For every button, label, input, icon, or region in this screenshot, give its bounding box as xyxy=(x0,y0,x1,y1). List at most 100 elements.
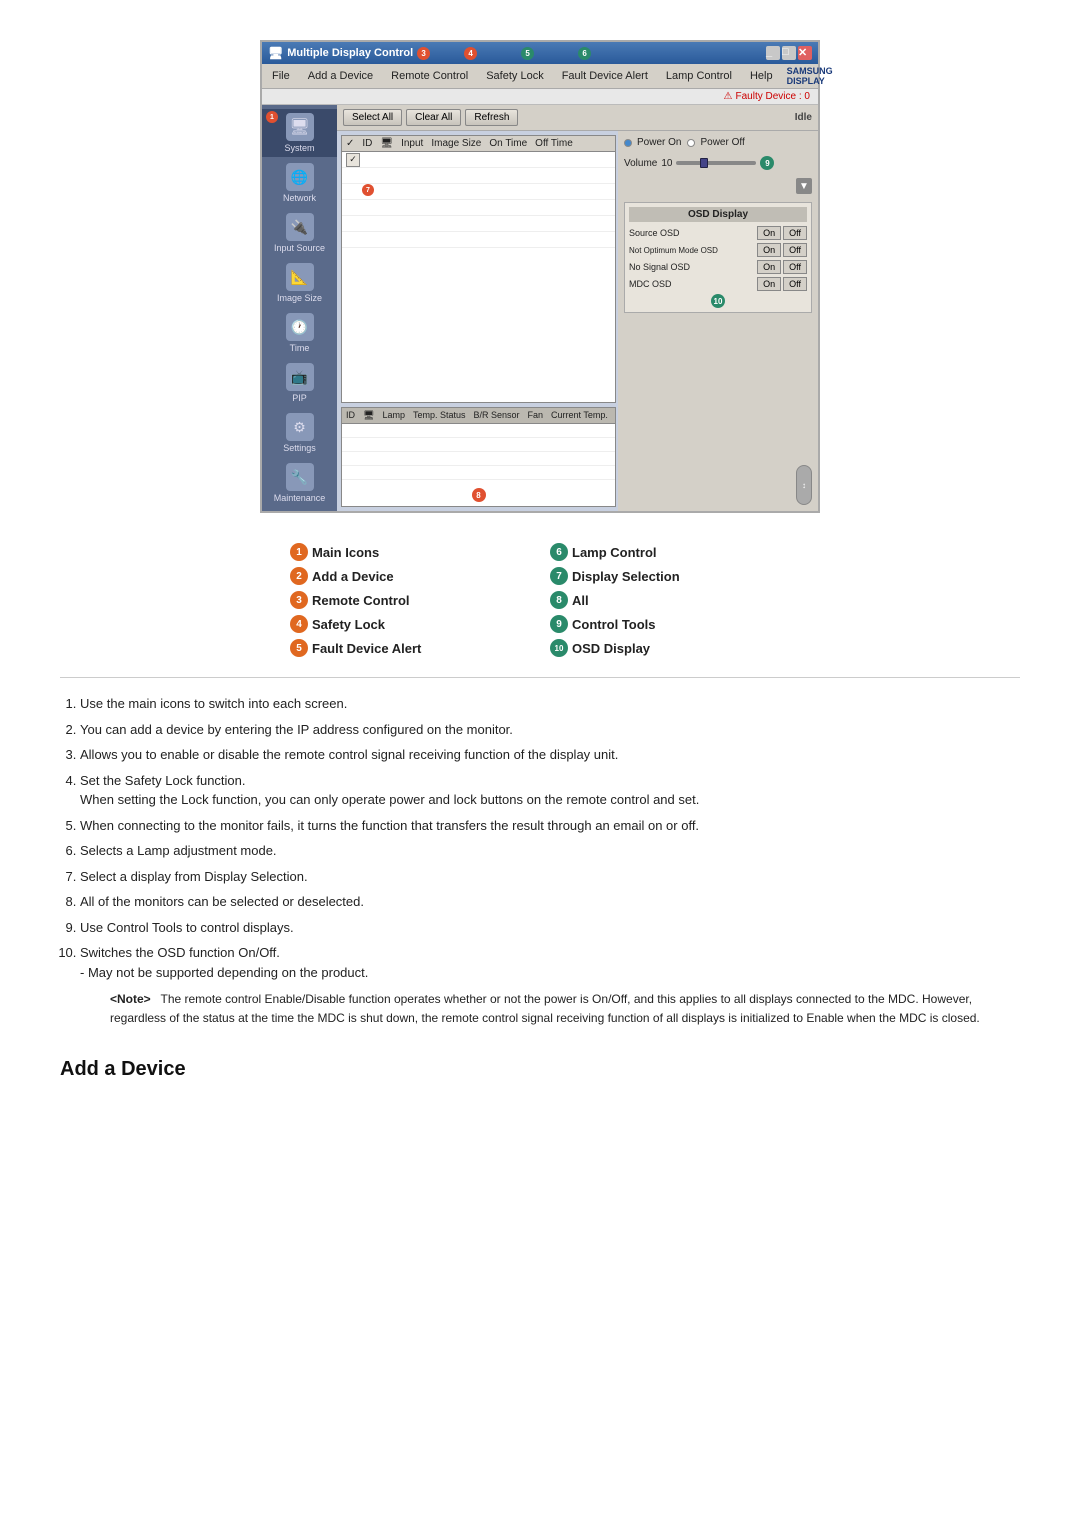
title-bar-controls[interactable]: _ □ ✕ xyxy=(766,46,812,60)
list-item-7: Select a display from Display Selection. xyxy=(80,867,1020,887)
table-row xyxy=(342,232,615,248)
bottom-table-row xyxy=(342,452,615,466)
sidebar-item-time[interactable]: 🕐 Time xyxy=(262,309,337,357)
list-item-2: You can add a device by entering the IP … xyxy=(80,720,1020,740)
power-on-radio[interactable] xyxy=(624,139,632,147)
menu-add-device[interactable]: Add a Device xyxy=(304,69,377,83)
sidebar-label-time: Time xyxy=(290,343,310,353)
volume-track[interactable] xyxy=(676,161,756,165)
legend-label-4: Safety Lock xyxy=(312,617,385,632)
scroll-area: ▼ xyxy=(624,178,812,194)
menu-remote-control[interactable]: Remote Control xyxy=(387,69,472,83)
osd-not-optimum-off[interactable]: Off xyxy=(783,243,807,257)
legend-column-left: 1 Main Icons 2 Add a Device 3 Remote Con… xyxy=(290,543,530,657)
osd-no-signal-on[interactable]: On xyxy=(757,260,781,274)
osd-not-optimum-label: Not Optimum Mode OSD xyxy=(629,246,718,255)
list-item-8: All of the monitors can be selected or d… xyxy=(80,892,1020,912)
sidebar-label-settings: Settings xyxy=(283,443,316,453)
osd-section: OSD Display Source OSD On Off Not Optimu… xyxy=(624,202,812,313)
osd-mdc-on[interactable]: On xyxy=(757,277,781,291)
legend-badge-2: 2 xyxy=(290,567,308,585)
col-on-time: On Time xyxy=(489,138,527,149)
sidebar-item-system[interactable]: 🖥 1 System xyxy=(262,109,337,157)
volume-thumb[interactable] xyxy=(700,158,708,168)
volume-value: 10 xyxy=(661,158,672,169)
menu-help[interactable]: Help xyxy=(746,69,777,83)
list-item-6: Selects a Lamp adjustment mode. xyxy=(80,841,1020,861)
legend-column-right: 6 Lamp Control 7 Display Selection 8 All… xyxy=(550,543,790,657)
osd-no-signal-off[interactable]: Off xyxy=(783,260,807,274)
osd-mdc-off[interactable]: Off xyxy=(783,277,807,291)
menu-lamp-control[interactable]: Lamp Control xyxy=(662,69,736,83)
close-button[interactable]: ✕ xyxy=(798,46,812,60)
osd-mdc-label: MDC OSD xyxy=(629,279,672,289)
sidebar-label-image-size: Image Size xyxy=(277,293,322,303)
osd-no-signal-label: No Signal OSD xyxy=(629,262,690,272)
title-bar: 🖥 Multiple Display Control 3 4 5 6 _ □ ✕ xyxy=(262,42,818,64)
refresh-button[interactable]: Refresh xyxy=(465,109,518,126)
list-item-4: Set the Safety Lock function. When setti… xyxy=(80,771,1020,810)
legend-item-9: 9 Control Tools xyxy=(550,615,790,633)
legend-item-1: 1 Main Icons xyxy=(290,543,530,561)
clear-all-button[interactable]: Clear All xyxy=(406,109,461,126)
badge-9: 9 xyxy=(760,156,774,170)
table-row xyxy=(342,200,615,216)
sidebar-item-image-size[interactable]: 📐 Image Size xyxy=(262,259,337,307)
legend-badge-4: 4 xyxy=(290,615,308,633)
list-item-3: Allows you to enable or disable the remo… xyxy=(80,745,1020,765)
system-icon: 🖥 xyxy=(286,113,314,141)
power-off-radio[interactable] xyxy=(687,139,695,147)
sidebar-item-maintenance[interactable]: 🔧 Maintenance xyxy=(262,459,337,507)
pip-icon: 📺 xyxy=(286,363,314,391)
btcol-fan: Fan xyxy=(528,410,544,421)
badge-1: 1 xyxy=(266,111,278,123)
note-box: <Note> The remote control Enable/Disable… xyxy=(110,990,1020,1028)
table-row xyxy=(342,216,615,232)
sidebar-item-pip[interactable]: 📺 PIP xyxy=(262,359,337,407)
top-table-body: ✓ 7 xyxy=(342,152,615,248)
section-heading: Add a Device xyxy=(60,1058,1020,1081)
btcol-br: B/R Sensor xyxy=(473,410,519,421)
sidebar-item-settings[interactable]: ⚙ Settings xyxy=(262,409,337,457)
legend-badge-8: 8 xyxy=(550,591,568,609)
top-table: ✓ ID 🖥 Input Image Size On Time Off Time… xyxy=(341,135,616,403)
osd-not-optimum-on[interactable]: On xyxy=(757,243,781,257)
menu-fault-device-alert[interactable]: Fault Device Alert xyxy=(558,69,652,83)
minimize-button[interactable]: _ xyxy=(766,46,780,60)
maximize-button[interactable]: □ xyxy=(782,46,796,60)
idle-label: Idle xyxy=(795,112,812,123)
legend-label-5: Fault Device Alert xyxy=(312,641,421,656)
sidebar-item-input-source[interactable]: 🔌 Input Source xyxy=(262,209,337,257)
sidebar-label-maintenance: Maintenance xyxy=(274,493,326,503)
badge-7: 7 xyxy=(362,184,374,196)
sidebar-item-network[interactable]: 🌐 Network xyxy=(262,159,337,207)
power-on-option[interactable]: Power On xyxy=(624,137,681,148)
badge-4: 4 xyxy=(464,47,477,60)
power-row: Power On Power Off xyxy=(624,137,812,148)
right-panel: Select All Clear All Refresh Idle ✓ ID 🖥… xyxy=(337,105,818,511)
legend-item-7: 7 Display Selection xyxy=(550,567,790,585)
list-item-1: Use the main icons to switch into each s… xyxy=(80,694,1020,714)
sidebar: 🖥 1 System 🌐 Network 🔌 Input Source 📐 xyxy=(262,105,337,511)
osd-no-signal-btns: On Off xyxy=(757,260,807,274)
select-all-button[interactable]: Select All xyxy=(343,109,402,126)
samsung-logo: SAMSUNG DISPLAY xyxy=(787,66,833,86)
osd-mdc-btns: On Off xyxy=(757,277,807,291)
osd-source-on[interactable]: On xyxy=(757,226,781,240)
scroll-down-button[interactable]: ▼ xyxy=(796,178,812,194)
osd-title: OSD Display xyxy=(629,207,807,222)
scrollbar-thumb[interactable]: ↕ xyxy=(796,465,812,505)
power-off-option[interactable]: Power Off xyxy=(687,137,744,148)
menu-file[interactable]: File xyxy=(268,69,294,83)
legend-item-10: 10 OSD Display xyxy=(550,639,790,657)
bottom-table-header: ID 🖥 Lamp Temp. Status B/R Sensor Fan Cu… xyxy=(342,408,615,424)
col-input: Input xyxy=(401,138,423,149)
volume-row: Volume 10 9 xyxy=(624,156,812,170)
settings-icon: ⚙ xyxy=(286,413,314,441)
checkbox[interactable]: ✓ xyxy=(346,153,360,167)
screen-body: 🖥 1 System 🌐 Network 🔌 Input Source 📐 xyxy=(262,105,818,511)
menu-safety-lock[interactable]: Safety Lock xyxy=(482,69,547,83)
osd-source-off[interactable]: Off xyxy=(783,226,807,240)
legend-badge-5: 5 xyxy=(290,639,308,657)
legend-badge-1: 1 xyxy=(290,543,308,561)
